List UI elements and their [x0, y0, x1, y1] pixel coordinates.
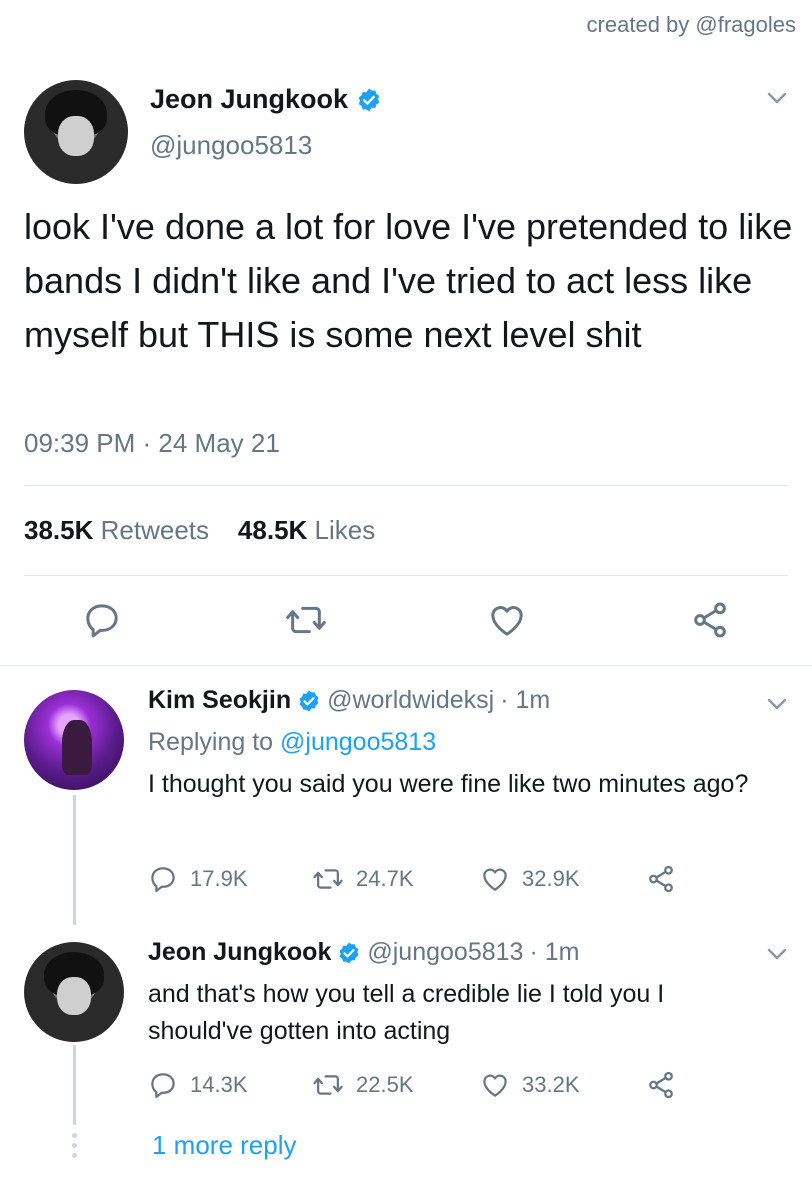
retweets-stat[interactable]: 38.5K Retweets [24, 515, 209, 545]
like-action[interactable]: 32.9K [480, 864, 580, 894]
like-count: 32.9K [522, 866, 580, 891]
retweet-action[interactable]: 22.5K [312, 1070, 414, 1100]
divider [0, 665, 812, 666]
main-tweet: Jeon Jungkook @jungoo5813 look I've done… [0, 60, 812, 660]
like-icon[interactable] [480, 864, 510, 894]
author-name[interactable]: Jeon Jungkook [148, 938, 331, 967]
verified-badge-icon [299, 690, 319, 711]
retweet-icon[interactable] [284, 600, 328, 640]
avatar[interactable] [24, 942, 124, 1042]
author-handle[interactable]: @jungoo5813 [367, 938, 523, 967]
reply-time: · 1m [500, 686, 551, 714]
author-name-row[interactable]: Jeon Jungkook [150, 84, 382, 115]
reply-text: I thought you said you were fine like tw… [148, 770, 749, 798]
tweet-stats: 38.5K Retweets 48.5K Likes [24, 515, 375, 546]
share-icon[interactable] [646, 1070, 676, 1100]
divider [24, 485, 788, 486]
reply-icon[interactable] [148, 864, 178, 894]
chevron-down-icon[interactable] [765, 90, 789, 106]
author-handle[interactable]: @worldwideksj [327, 686, 494, 715]
creator-credit: created by @fragoles [586, 12, 796, 37]
author-name[interactable]: Kim Seokjin [148, 686, 291, 715]
reply-actions: 17.9K 24.7K 32.9K [148, 864, 708, 900]
reply-text: and that's how you tell a credible lie I… [148, 980, 665, 1045]
like-icon[interactable] [487, 600, 527, 640]
tweet-timestamp[interactable]: 09:39 PM · 24 May 21 [24, 428, 280, 459]
retweet-action[interactable]: 24.7K [312, 864, 414, 894]
verified-badge-icon [358, 88, 380, 111]
like-icon[interactable] [480, 1070, 510, 1100]
retweet-count: 22.5K [356, 1072, 414, 1097]
share-icon[interactable] [690, 600, 730, 640]
retweet-count: 24.7K [356, 866, 414, 891]
share-action[interactable] [646, 864, 676, 894]
share-action[interactable] [646, 1070, 676, 1100]
reply-actions: 14.3K 22.5K 33.2K [148, 1070, 708, 1106]
avatar[interactable] [24, 690, 124, 790]
reply-count: 14.3K [190, 1072, 248, 1097]
reply-icon[interactable] [148, 1070, 178, 1100]
reply-header: Kim Seokjin @worldwideksj · 1m [148, 686, 550, 715]
reply-header: Jeon Jungkook @jungoo5813 · 1m [148, 938, 579, 967]
reply-icon[interactable] [82, 600, 122, 640]
thread-dots [70, 1133, 78, 1163]
like-count: 33.2K [522, 1072, 580, 1097]
tweet-actions [0, 600, 812, 660]
verified-badge-icon [339, 942, 359, 963]
retweet-icon[interactable] [312, 1070, 344, 1100]
author-name[interactable]: Jeon Jungkook [150, 84, 348, 115]
replying-to-link[interactable]: @jungoo5813 [280, 728, 436, 756]
reply-time: · 1m [529, 938, 580, 966]
author-handle[interactable]: @jungoo5813 [150, 130, 312, 161]
thread-line [73, 1045, 76, 1125]
like-action[interactable]: 33.2K [480, 1070, 580, 1100]
thread-line [73, 795, 76, 925]
reply-count: 17.9K [190, 866, 248, 891]
reply-action[interactable]: 14.3K [148, 1070, 248, 1100]
replying-to: Replying to @jungoo5813 [148, 728, 437, 756]
more-replies-link[interactable]: 1 more reply [152, 1130, 297, 1161]
reply-action[interactable]: 17.9K [148, 864, 248, 894]
chevron-down-icon[interactable] [765, 946, 789, 962]
chevron-down-icon[interactable] [765, 696, 789, 712]
retweet-icon[interactable] [312, 864, 344, 894]
share-icon[interactable] [646, 864, 676, 894]
tweet-text: look I've done a lot for love I've prete… [24, 206, 793, 355]
likes-stat[interactable]: 48.5K Likes [238, 515, 375, 545]
divider [24, 575, 788, 576]
avatar[interactable] [24, 80, 128, 184]
